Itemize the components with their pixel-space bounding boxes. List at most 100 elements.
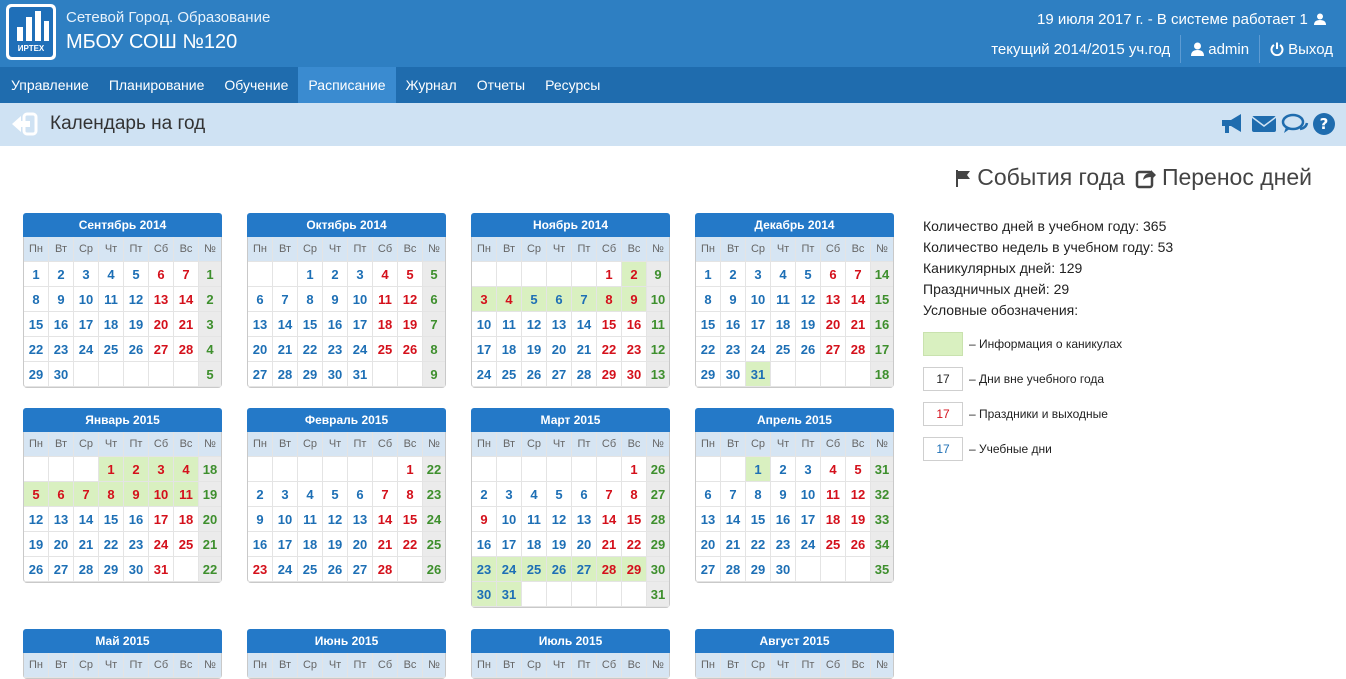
day-cell[interactable]: 27 xyxy=(696,557,721,582)
day-cell[interactable]: 9 xyxy=(721,287,746,312)
day-cell[interactable]: 8 xyxy=(298,287,323,312)
day-cell[interactable]: 12 xyxy=(323,507,348,532)
day-cell[interactable]: 26 xyxy=(323,557,348,582)
day-cell[interactable]: 8 xyxy=(24,287,49,312)
day-cell[interactable]: 12 xyxy=(547,507,572,532)
day-cell[interactable]: 3 xyxy=(472,287,497,312)
day-cell[interactable]: 18 xyxy=(771,312,796,337)
day-cell[interactable]: 24 xyxy=(273,557,298,582)
day-cell[interactable]: 16 xyxy=(124,507,149,532)
day-cell[interactable]: 9 xyxy=(49,287,74,312)
day-cell[interactable]: 5 xyxy=(323,482,348,507)
day-cell[interactable]: 7 xyxy=(373,482,398,507)
day-cell[interactable]: 10 xyxy=(273,507,298,532)
nav-item[interactable]: Планирование xyxy=(99,67,215,103)
day-cell[interactable]: 27 xyxy=(348,557,373,582)
day-cell[interactable]: 24 xyxy=(149,532,174,557)
day-cell[interactable]: 14 xyxy=(74,507,99,532)
day-cell[interactable]: 26 xyxy=(547,557,572,582)
day-cell[interactable]: 25 xyxy=(298,557,323,582)
day-cell[interactable]: 18 xyxy=(497,337,522,362)
day-cell[interactable]: 19 xyxy=(323,532,348,557)
day-cell[interactable]: 27 xyxy=(248,362,273,387)
day-cell[interactable]: 15 xyxy=(696,312,721,337)
day-cell[interactable]: 12 xyxy=(24,507,49,532)
day-cell[interactable]: 14 xyxy=(846,287,871,312)
day-cell[interactable]: 5 xyxy=(547,482,572,507)
day-cell[interactable]: 22 xyxy=(746,532,771,557)
day-cell[interactable]: 28 xyxy=(721,557,746,582)
day-cell[interactable]: 13 xyxy=(348,507,373,532)
day-cell[interactable]: 3 xyxy=(273,482,298,507)
day-cell[interactable]: 4 xyxy=(821,457,846,482)
nav-item[interactable]: Расписание xyxy=(298,67,396,103)
day-cell[interactable]: 25 xyxy=(771,337,796,362)
day-cell[interactable]: 24 xyxy=(796,532,821,557)
day-cell[interactable]: 3 xyxy=(796,457,821,482)
day-cell[interactable]: 15 xyxy=(24,312,49,337)
day-cell[interactable]: 7 xyxy=(572,287,597,312)
day-cell[interactable]: 28 xyxy=(597,557,622,582)
day-cell[interactable]: 31 xyxy=(149,557,174,582)
day-cell[interactable]: 24 xyxy=(472,362,497,387)
day-cell[interactable]: 21 xyxy=(846,312,871,337)
day-cell[interactable]: 11 xyxy=(497,312,522,337)
day-cell[interactable]: 2 xyxy=(771,457,796,482)
day-cell[interactable]: 10 xyxy=(149,482,174,507)
day-cell[interactable]: 6 xyxy=(821,262,846,287)
day-cell[interactable]: 20 xyxy=(696,532,721,557)
day-cell[interactable]: 29 xyxy=(597,362,622,387)
day-cell[interactable]: 30 xyxy=(472,582,497,607)
day-cell[interactable]: 15 xyxy=(398,507,423,532)
back-arrow-icon[interactable] xyxy=(10,111,40,137)
day-cell[interactable]: 21 xyxy=(721,532,746,557)
day-cell[interactable]: 14 xyxy=(597,507,622,532)
day-cell[interactable]: 20 xyxy=(348,532,373,557)
day-cell[interactable]: 24 xyxy=(348,337,373,362)
day-cell[interactable]: 1 xyxy=(746,457,771,482)
nav-item[interactable]: Журнал xyxy=(396,67,467,103)
day-cell[interactable]: 15 xyxy=(622,507,647,532)
day-cell[interactable]: 8 xyxy=(99,482,124,507)
day-transfer-link[interactable]: Перенос дней xyxy=(1135,164,1312,191)
day-cell[interactable]: 14 xyxy=(572,312,597,337)
day-cell[interactable]: 30 xyxy=(124,557,149,582)
day-cell[interactable]: 9 xyxy=(771,482,796,507)
day-cell[interactable]: 15 xyxy=(298,312,323,337)
day-cell[interactable]: 3 xyxy=(74,262,99,287)
day-cell[interactable]: 19 xyxy=(796,312,821,337)
day-cell[interactable]: 26 xyxy=(124,337,149,362)
day-cell[interactable]: 26 xyxy=(398,337,423,362)
day-cell[interactable]: 17 xyxy=(149,507,174,532)
day-cell[interactable]: 6 xyxy=(248,287,273,312)
day-cell[interactable]: 12 xyxy=(796,287,821,312)
day-cell[interactable]: 23 xyxy=(323,337,348,362)
day-cell[interactable]: 22 xyxy=(298,337,323,362)
day-cell[interactable]: 9 xyxy=(124,482,149,507)
day-cell[interactable]: 5 xyxy=(24,482,49,507)
day-cell[interactable]: 29 xyxy=(298,362,323,387)
day-cell[interactable]: 2 xyxy=(124,457,149,482)
day-cell[interactable]: 21 xyxy=(373,532,398,557)
day-cell[interactable]: 12 xyxy=(846,482,871,507)
logo[interactable]: ИРТЕХ xyxy=(6,4,56,60)
day-cell[interactable]: 29 xyxy=(99,557,124,582)
chat-icon[interactable] xyxy=(1281,112,1309,136)
mail-icon[interactable] xyxy=(1250,112,1278,136)
day-cell[interactable]: 20 xyxy=(547,337,572,362)
day-cell[interactable]: 11 xyxy=(771,287,796,312)
logout-button[interactable]: Выход xyxy=(1270,41,1333,58)
day-cell[interactable]: 10 xyxy=(497,507,522,532)
day-cell[interactable]: 31 xyxy=(746,362,771,387)
day-cell[interactable]: 14 xyxy=(174,287,199,312)
day-cell[interactable]: 12 xyxy=(398,287,423,312)
day-cell[interactable]: 19 xyxy=(24,532,49,557)
day-cell[interactable]: 27 xyxy=(149,337,174,362)
day-cell[interactable]: 28 xyxy=(846,337,871,362)
day-cell[interactable]: 5 xyxy=(796,262,821,287)
day-cell[interactable]: 10 xyxy=(348,287,373,312)
day-cell[interactable]: 6 xyxy=(547,287,572,312)
day-cell[interactable]: 29 xyxy=(24,362,49,387)
year-events-link[interactable]: События года xyxy=(954,164,1125,191)
day-cell[interactable]: 16 xyxy=(248,532,273,557)
